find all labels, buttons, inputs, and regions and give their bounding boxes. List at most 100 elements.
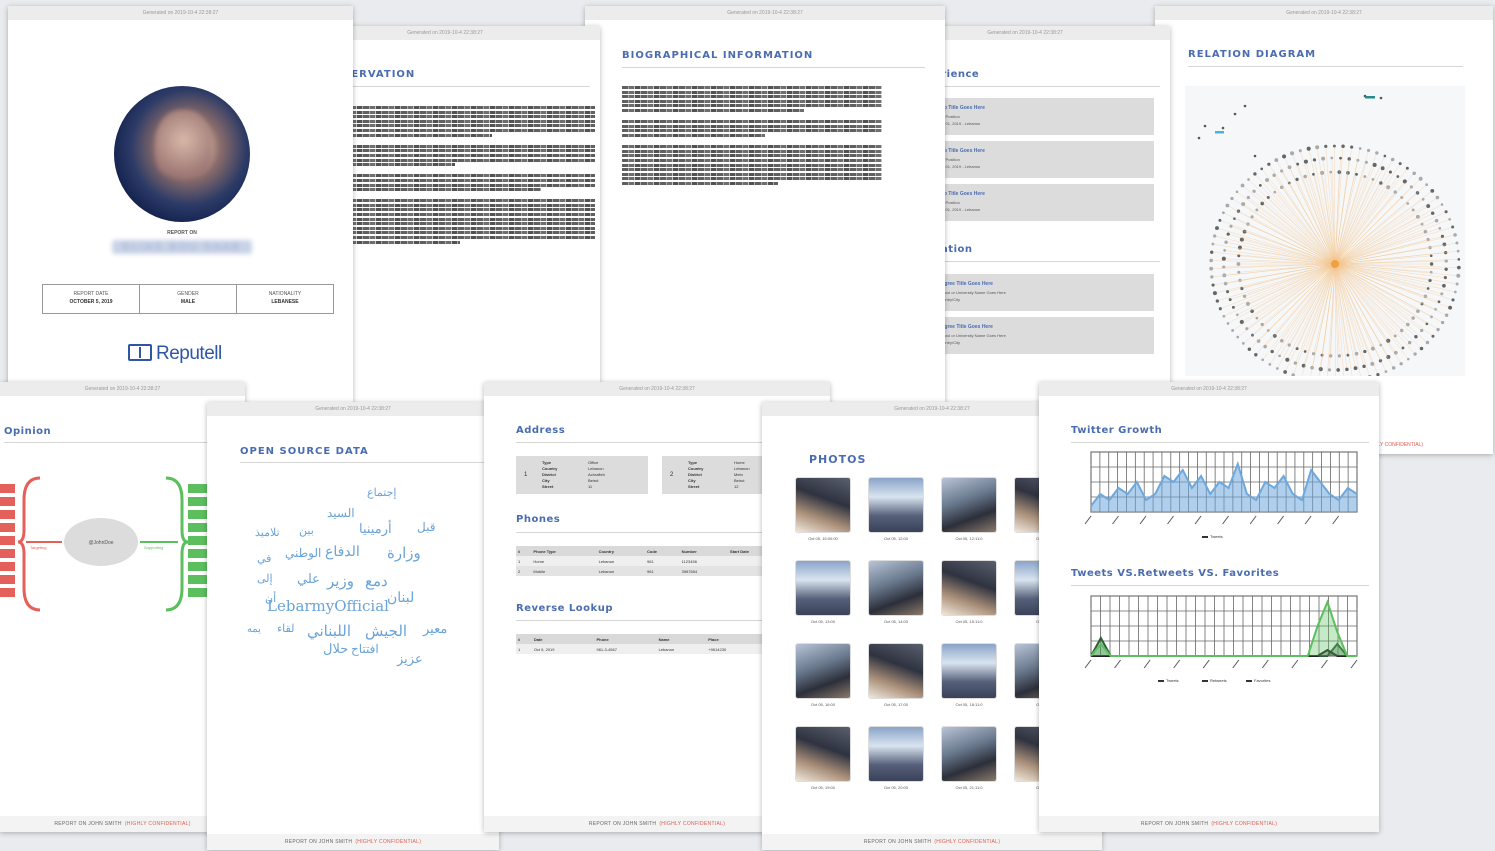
education-item[interactable]: 1Degree Title Goes HereSchool or Univers… — [912, 274, 1154, 311]
left-label: Targeting — [30, 545, 46, 550]
relation-node — [1406, 202, 1410, 205]
relation-node — [1290, 151, 1295, 156]
relation-node — [1412, 171, 1416, 176]
relation-node — [1401, 346, 1405, 350]
relation-node — [1270, 349, 1274, 354]
item-title: Job Title Goes Here — [938, 148, 985, 154]
experience-item[interactable]: 3Job Title Goes HereJob PositionJan 01, … — [912, 184, 1154, 221]
opinion-diagram: @JohnDoe Targeting Supporting — [0, 476, 208, 612]
photo-thumbnail[interactable] — [869, 478, 923, 532]
relation-node — [1442, 242, 1447, 247]
relation-node — [1303, 350, 1307, 353]
photo-thumbnail[interactable] — [942, 727, 996, 781]
report-on-label: REPORT ON — [167, 230, 197, 236]
cloud-word: علي — [297, 572, 320, 587]
bio-page[interactable]: Generated on 2019-10-4 22:38:27 BIOGRAPH… — [585, 6, 945, 426]
cover-page[interactable]: Generated on 2019-10-4 22:38:27 REPORT O… — [8, 6, 353, 406]
legend-label: Tweets — [1210, 534, 1223, 539]
address-card[interactable]: 1 Type Office Country Lebanon District Achrafi… — [516, 456, 648, 494]
photo-thumbnail[interactable] — [942, 478, 996, 532]
relation-node — [1221, 126, 1225, 130]
relation-node — [1434, 308, 1437, 311]
relation-node — [1303, 174, 1307, 179]
relation-node — [1426, 287, 1430, 290]
cloud-word: يمه — [247, 624, 261, 635]
legend-label: Favorites — [1254, 678, 1270, 683]
relation-node — [1443, 276, 1447, 280]
observation-text — [325, 106, 595, 245]
relation-node — [1372, 162, 1377, 167]
cloud-word: أن — [265, 592, 277, 605]
relation-node — [1253, 154, 1257, 158]
photo-thumbnail[interactable] — [796, 478, 850, 532]
relation-node — [1253, 172, 1257, 176]
cloud-word: الجيش — [365, 622, 408, 640]
cloud-word: السيد — [327, 506, 355, 520]
cloud-word: لبنان — [387, 590, 415, 606]
relation-node — [1315, 145, 1320, 150]
relation-node — [1431, 334, 1435, 338]
relation-node — [1332, 144, 1336, 148]
photo-thumbnail[interactable] — [869, 561, 923, 615]
cloud-word: LebarmyOfficial — [267, 597, 389, 615]
experience-item[interactable]: 2Job Title Goes HereJob PositionJan 01, … — [912, 141, 1154, 178]
photo-caption: Oct 05, 14:00 — [883, 619, 908, 624]
relation-node — [1451, 298, 1455, 302]
photo-thumbnail[interactable] — [796, 727, 850, 781]
relation-node — [1276, 367, 1279, 370]
cloud-word: بين — [299, 524, 314, 537]
relation-node — [1411, 316, 1415, 320]
twitter-page[interactable]: Generated on 2019-10-4 22:38:27 Twitter … — [1039, 382, 1379, 832]
experience-item[interactable]: 1Job Title Goes HereJob PositionJan 01, … — [912, 98, 1154, 135]
relation-node — [1440, 203, 1444, 206]
relation-node — [1337, 354, 1341, 358]
relation-hub — [1331, 260, 1339, 268]
relation-node — [1280, 338, 1284, 343]
cloud-word: افتتاح — [351, 642, 379, 656]
relation-node — [1235, 313, 1239, 317]
relation-node — [1281, 154, 1287, 159]
cover-field: NATIONALITY LEBANESE — [268, 291, 302, 305]
relation-node — [1263, 344, 1267, 349]
item-title: Job Title Goes Here — [938, 105, 985, 111]
word-cloud: إجتماع السيد أرمينيا قبل بين تلاميذ وزارة الدفا… — [247, 472, 497, 692]
photo-thumbnail[interactable] — [796, 644, 850, 698]
relation-node — [1435, 195, 1440, 200]
section-title-phones: Phones — [516, 514, 561, 525]
photo-caption: Oct 05, 17:00 — [883, 702, 908, 707]
relation-node — [1274, 158, 1279, 162]
relation-node — [1225, 203, 1230, 208]
relation-node — [1298, 149, 1302, 153]
relation-node — [1293, 361, 1298, 365]
photo-thumbnail[interactable] — [796, 561, 850, 615]
relation-node — [1267, 162, 1271, 166]
relation-node — [1324, 144, 1328, 148]
relation-node — [1396, 175, 1400, 178]
relation-node — [1444, 267, 1448, 271]
relation-node — [1224, 240, 1228, 244]
photo-thumbnail[interactable] — [942, 644, 996, 698]
page-footer: REPORT ON JOHN SMITH (HIGHLY CONFIDENTIAL… — [762, 834, 1102, 850]
relation-node — [1209, 258, 1213, 263]
relation-node — [1406, 357, 1410, 361]
osd-page[interactable]: Generated on 2019-10-4 22:38:27 OPEN SOU… — [207, 402, 499, 850]
photo-thumbnail[interactable] — [869, 644, 923, 698]
relation-node — [1235, 190, 1239, 194]
section-title: Address — [516, 425, 566, 436]
legend-swatch — [1202, 680, 1208, 682]
relation-node — [1399, 362, 1403, 366]
photo-thumbnail[interactable] — [942, 561, 996, 615]
x-tick-label — [1291, 659, 1299, 669]
photo-caption: Oct 05, 12:11:0 — [955, 536, 983, 541]
relation-node — [1222, 314, 1226, 318]
education-item[interactable]: 2Degree Title Goes HereSchool or Univers… — [912, 317, 1154, 354]
relation-node — [1251, 333, 1254, 337]
relation-node — [1425, 183, 1429, 187]
targeting-bracket — [0, 484, 15, 597]
photo-thumbnail[interactable] — [869, 727, 923, 781]
bio-text — [622, 86, 882, 186]
generated-stamp: Generated on 2019-10-4 22:38:27 — [1155, 6, 1493, 20]
photo-caption: Oct 05, 12:00 — [883, 536, 908, 541]
relation-node — [1260, 167, 1264, 171]
relation-node — [1436, 327, 1440, 332]
